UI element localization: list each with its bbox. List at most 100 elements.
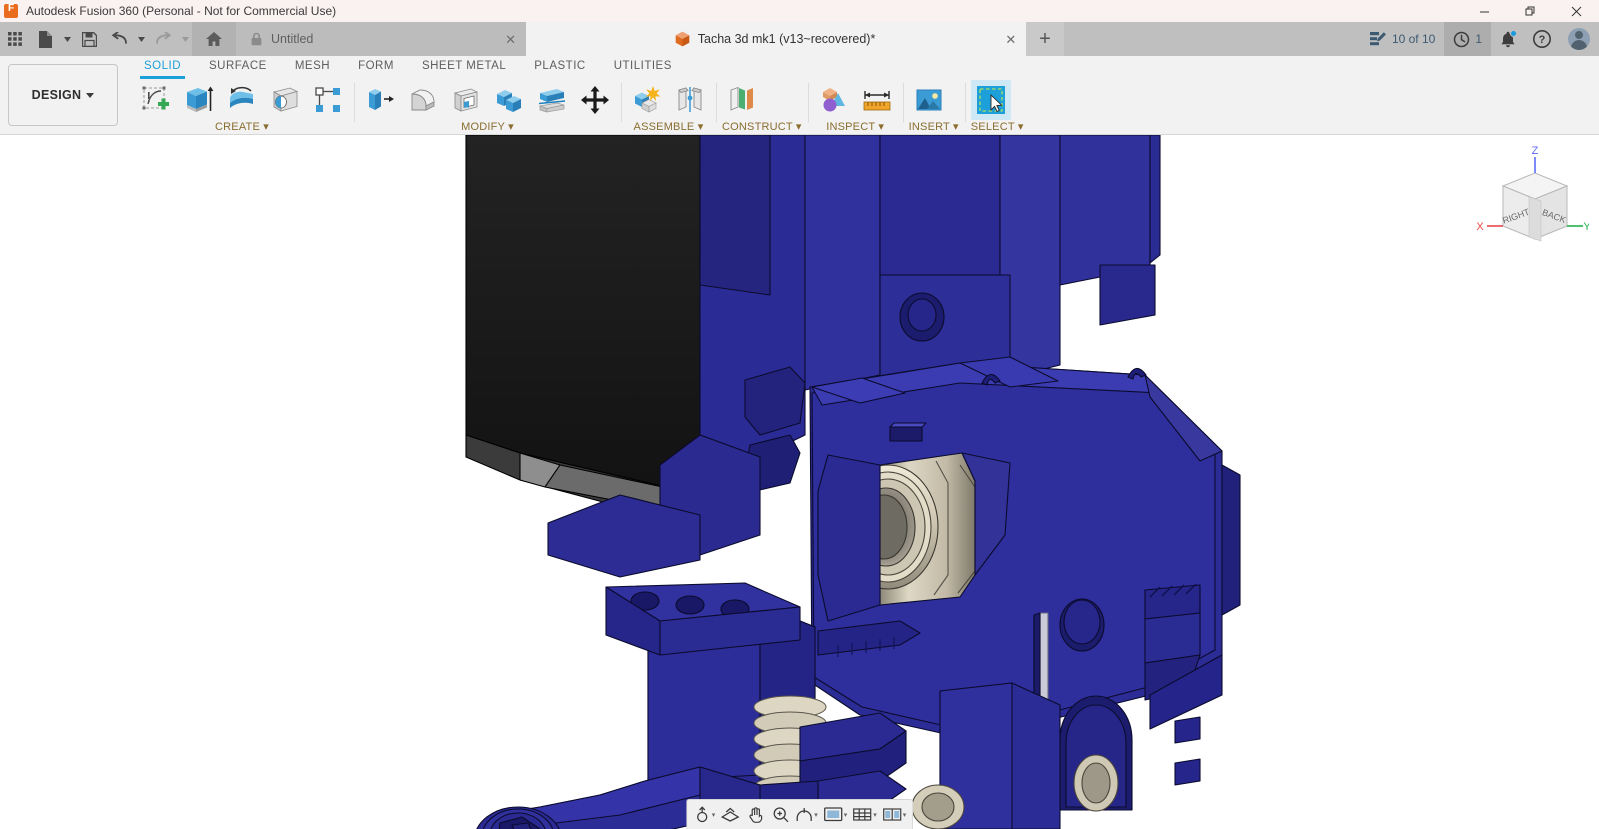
redo-icon[interactable] <box>148 22 178 56</box>
select-tool[interactable] <box>970 80 1011 120</box>
quick-access-tab-bar: Untitled ✕ Tacha 3d mk1 (v13~recovered)*… <box>0 22 1599 56</box>
document-tab-label: Tacha 3d mk1 (v13~recovered)* <box>697 32 876 46</box>
new-document-caret-icon[interactable] <box>60 22 74 56</box>
chevron-down-icon: ▾ <box>843 811 848 819</box>
new-tab-button[interactable]: + <box>1026 22 1064 56</box>
ribbon-tab-sheet-metal[interactable]: SHEET METAL <box>408 56 520 78</box>
extensions-status[interactable]: 10 of 10 <box>1360 22 1444 56</box>
jobs-count: 1 <box>1475 32 1482 46</box>
close-icon[interactable]: ✕ <box>875 33 1016 46</box>
close-button[interactable] <box>1553 0 1599 22</box>
insert-image-tool[interactable] <box>909 80 949 120</box>
ribbon-tab-plastic[interactable]: PLASTIC <box>520 56 599 78</box>
panel-label-inspect[interactable]: INSPECT ▾ <box>814 120 897 136</box>
ribbon: DESIGN SOLID SURFACE MESH FORM SHEET MET… <box>0 56 1599 135</box>
fusion-logo-icon <box>4 3 18 18</box>
lock-icon <box>250 32 263 46</box>
document-tab-untitled[interactable]: Untitled ✕ <box>236 22 526 56</box>
extensions-label: 10 of 10 <box>1391 32 1436 46</box>
svg-text:?: ? <box>1539 34 1546 46</box>
redo-caret-icon[interactable] <box>178 22 192 56</box>
joint-tool[interactable] <box>670 80 710 120</box>
navigation-bar: ▾ ▾ ▾ ▾ ▾ <box>685 799 914 829</box>
display-settings-button[interactable]: ▾ <box>821 802 850 828</box>
avatar <box>1568 28 1590 50</box>
grid-snap-button[interactable]: ▾ <box>850 802 879 828</box>
panel-label-assemble[interactable]: ASSEMBLE ▾ <box>627 120 710 136</box>
panel-select: SELECT ▾ <box>964 78 1030 136</box>
chevron-down-icon: ▾ <box>814 811 818 819</box>
document-tab-label: Untitled <box>271 32 314 46</box>
window-title-bar: Autodesk Fusion 360 (Personal - Not for … <box>0 0 1599 22</box>
grid-apps-icon[interactable] <box>0 22 30 56</box>
save-icon[interactable] <box>74 22 104 56</box>
shell-tool[interactable] <box>446 80 486 120</box>
home-icon[interactable] <box>192 22 236 56</box>
help-button[interactable]: ? <box>1525 22 1559 56</box>
orbit-button[interactable]: ▾ <box>691 802 718 828</box>
panel-create: CREATE ▾ <box>130 78 354 136</box>
ribbon-tab-solid[interactable]: SOLID <box>130 56 195 79</box>
restore-button[interactable] <box>1507 0 1553 22</box>
notifications-button[interactable] <box>1491 22 1525 56</box>
ribbon-tab-surface[interactable]: SURFACE <box>195 56 281 78</box>
panel-label-create[interactable]: CREATE ▾ <box>136 120 348 136</box>
orange-cube-icon <box>675 31 690 47</box>
jobs-status[interactable]: 1 <box>1444 22 1491 56</box>
zoom-button[interactable] <box>768 802 792 828</box>
close-icon[interactable]: ✕ <box>483 33 516 46</box>
ribbon-tab-utilities[interactable]: UTILITIES <box>600 56 686 78</box>
ribbon-tab-mesh[interactable]: MESH <box>281 56 344 78</box>
measure-tool[interactable] <box>857 80 897 120</box>
panel-label-insert[interactable]: INSERT ▾ <box>909 120 959 136</box>
fit-button[interactable]: ▾ <box>793 802 820 828</box>
create-sketch-tool[interactable] <box>136 80 176 120</box>
new-document-icon[interactable] <box>30 22 60 56</box>
chevron-down-icon: ▾ <box>873 811 877 819</box>
notification-badge <box>1510 30 1517 37</box>
panel-modify: MODIFY ▾ <box>354 78 621 136</box>
status-cluster: 10 of 10 1 ? <box>1359 22 1599 56</box>
ribbon-tab-strip: SOLID SURFACE MESH FORM SHEET METAL PLAS… <box>124 56 1599 79</box>
split-face-tool[interactable] <box>532 80 572 120</box>
hole-tool[interactable] <box>265 80 305 120</box>
pattern-tool[interactable] <box>308 80 348 120</box>
account-button[interactable] <box>1559 22 1599 56</box>
combine-tool[interactable] <box>489 80 529 120</box>
window-controls <box>1461 0 1599 22</box>
minimize-button[interactable] <box>1461 0 1507 22</box>
panel-label-construct[interactable]: CONSTRUCT ▾ <box>722 120 802 136</box>
pan-button[interactable] <box>743 802 767 828</box>
panel-label-modify[interactable]: MODIFY ▾ <box>360 120 615 136</box>
offset-plane-tool[interactable] <box>722 80 762 120</box>
panel-construct: CONSTRUCT ▾ <box>716 78 808 136</box>
model-render <box>465 135 1241 829</box>
look-at-button[interactable] <box>718 802 742 828</box>
move-copy-tool[interactable] <box>575 80 615 120</box>
window-title: Autodesk Fusion 360 (Personal - Not for … <box>26 4 337 18</box>
3d-viewport[interactable]: RIGHT BACK Z X Y ▾ ▾ ▾ ▾ ▾ <box>0 135 1599 829</box>
document-tab-tacha[interactable]: Tacha 3d mk1 (v13~recovered)* ✕ <box>661 22 1026 56</box>
undo-icon[interactable] <box>104 22 134 56</box>
ribbon-panels: CREATE ▾ MODIFY ▾ ASSEMBLE ▾ CONSTRUCT ▾… <box>124 78 1599 136</box>
panel-inspect: INSPECT ▾ <box>807 78 903 136</box>
chevron-down-icon: ▾ <box>902 811 907 819</box>
chevron-down-icon: ▾ <box>711 811 716 819</box>
panel-insert: INSERT ▾ <box>902 78 965 136</box>
fillet-tool[interactable] <box>403 80 443 120</box>
extrude-tool[interactable] <box>179 80 219 120</box>
tab-bar-gap <box>526 22 661 56</box>
workspace-label: DESIGN <box>31 88 82 102</box>
undo-caret-icon[interactable] <box>134 22 148 56</box>
avatar-head <box>1575 31 1583 39</box>
avatar-body <box>1571 40 1587 50</box>
workspace-switcher[interactable]: DESIGN <box>8 64 118 126</box>
interference-tool[interactable] <box>814 80 854 120</box>
panel-label-select[interactable]: SELECT ▾ <box>971 120 1024 136</box>
panel-assemble: ASSEMBLE ▾ <box>621 78 716 136</box>
ribbon-tab-form[interactable]: FORM <box>344 56 408 78</box>
new-component-tool[interactable] <box>627 80 667 120</box>
viewports-button[interactable]: ▾ <box>880 802 909 828</box>
revolve-tool[interactable] <box>222 80 262 120</box>
press-pull-tool[interactable] <box>360 80 400 120</box>
